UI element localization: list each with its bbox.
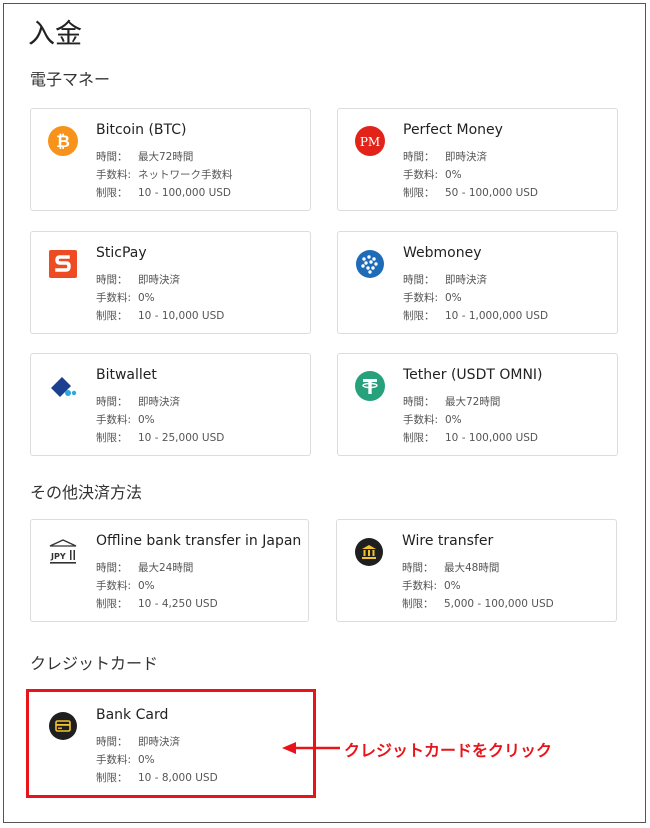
method-fee: 手数料: 0% xyxy=(403,169,462,181)
section-title-emoney: 電子マネー xyxy=(30,70,111,89)
method-fee: 手数料: 0% xyxy=(403,292,462,304)
bitwallet-icon xyxy=(51,377,77,397)
method-name: Bitcoin (BTC) xyxy=(96,122,187,138)
payment-card-bitwallet[interactable]: Bitwallet 時間： 即時決済 手数料: 0% 制限： 10 - 25,000 … xyxy=(30,353,311,456)
method-fee: 手数料: ネットワーク手数料 xyxy=(96,169,233,181)
method-time: 時間： 即時決済 xyxy=(96,274,180,286)
method-name: Wire transfer xyxy=(402,533,494,549)
method-fee: 手数料: 0% xyxy=(96,580,155,592)
method-name: Perfect Money xyxy=(403,122,503,138)
section-title-other: その他決済方法 xyxy=(30,483,143,502)
bitcoin-icon: ₿ xyxy=(48,126,78,156)
method-fee: 手数料: 0% xyxy=(402,580,461,592)
svg-text:JPY: JPY xyxy=(50,552,66,561)
method-limit: 制限： 50 - 100,000 USD xyxy=(403,187,539,199)
payment-card-sticpay[interactable]: SticPay 時間： 即時決済 手数料: 0% 制限： 10 - 10,000 US… xyxy=(30,231,311,334)
method-fee: 手数料: 0% xyxy=(403,414,462,426)
method-name: Offline bank transfer in Japan xyxy=(96,533,302,549)
method-time: 時間： 最大72時間 xyxy=(403,396,501,408)
svg-text:₿: ₿ xyxy=(56,132,70,152)
sticpay-icon xyxy=(49,250,77,278)
payment-card-tether[interactable]: Tether (USDT OMNI) 時間： 最大72時間 手数料: 0% 制限： 1… xyxy=(337,353,618,456)
method-limit: 制限： 10 - 25,000 USD xyxy=(96,432,225,444)
tether-icon xyxy=(355,371,385,401)
payment-card-wire-transfer[interactable]: Wire transfer 時間： 最大48時間 手数料: 0% 制限： 5,000 … xyxy=(336,519,617,622)
page-title: 入金 xyxy=(28,19,82,50)
highlight-box xyxy=(26,689,316,798)
method-name: Tether (USDT OMNI) xyxy=(403,367,543,383)
method-time: 時間： 即時決済 xyxy=(96,396,180,408)
method-limit: 制限： 10 - 1,000,000 USD xyxy=(403,310,549,322)
method-fee: 手数料: 0% xyxy=(96,292,155,304)
jpy-bank-icon: JPY xyxy=(49,539,77,564)
bank-icon xyxy=(355,538,383,566)
payment-card-webmoney[interactable]: Webmoney 時間： 即時決済 手数料: 0% 制限： 10 - 1,000,00… xyxy=(337,231,618,334)
annotation-arrow-icon xyxy=(282,742,340,754)
method-limit: 制限： 10 - 4,250 USD xyxy=(96,598,218,610)
perfect-money-icon: PM xyxy=(355,126,385,156)
section-title-credit: クレジットカード xyxy=(30,654,159,673)
method-limit: 制限： 10 - 100,000 USD xyxy=(403,432,539,444)
annotation-text: クレジットカードをクリック xyxy=(344,741,553,760)
method-name: Bitwallet xyxy=(96,367,157,383)
method-name: SticPay xyxy=(96,245,147,261)
webmoney-icon xyxy=(356,250,384,278)
method-limit: 制限： 10 - 100,000 USD xyxy=(96,187,232,199)
method-time: 時間： 最大48時間 xyxy=(402,562,500,574)
method-limit: 制限： 10 - 10,000 USD xyxy=(96,310,225,322)
method-limit: 制限： 5,000 - 100,000 USD xyxy=(402,598,554,610)
method-time: 時間： 最大24時間 xyxy=(96,562,194,574)
svg-text:PM: PM xyxy=(360,135,380,149)
method-fee: 手数料: 0% xyxy=(96,414,155,426)
payment-card-offline-bank-japan[interactable]: JPY Offline bank transfer in Japan 時間： 最大… xyxy=(30,519,309,622)
method-time: 時間： 即時決済 xyxy=(403,274,487,286)
payment-card-bitcoin[interactable]: ₿ Bitcoin (BTC) 時間： 最大72時間 手数料: ネットワーク手数料 … xyxy=(30,108,311,211)
method-name: Webmoney xyxy=(403,245,482,261)
method-time: 時間： 最大72時間 xyxy=(96,151,194,163)
method-time: 時間： 即時決済 xyxy=(403,151,487,163)
payment-card-perfect-money[interactable]: PM Perfect Money 時間： 即時決済 手数料: 0% 制限： 50 - … xyxy=(337,108,618,211)
